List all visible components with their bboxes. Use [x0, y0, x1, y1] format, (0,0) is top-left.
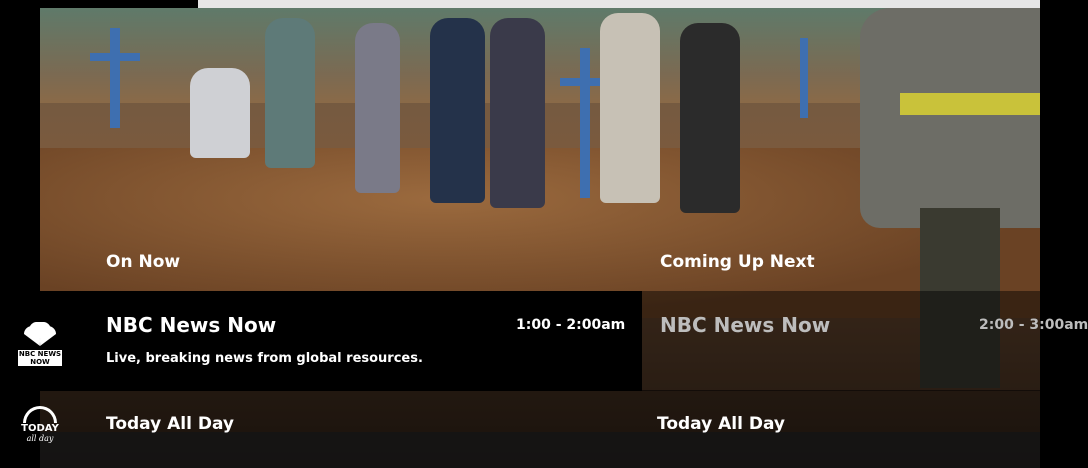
hero-person	[600, 13, 660, 203]
hero-cross	[90, 53, 140, 61]
program-time: 1:00 - 2:00am	[516, 317, 626, 333]
hero-worker	[860, 8, 1040, 388]
program-card-current-selected[interactable]: NBC News Now 1:00 - 2:00am Live, breakin…	[40, 291, 642, 391]
program-card-next[interactable]: NBC News Now 2:00 - 3:00am	[642, 291, 1088, 391]
program-title: NBC News Now	[660, 313, 831, 337]
hero-worker-stripe	[900, 93, 1040, 115]
nbc-news-now-logo[interactable]: NBC NEWS NOW	[18, 322, 62, 366]
program-title-current[interactable]: Today All Day	[106, 414, 234, 434]
hero-person	[265, 18, 315, 168]
hero-cross	[110, 28, 120, 128]
peacock-icon	[20, 322, 60, 348]
logo-subtext: all day	[26, 434, 54, 443]
hero-person	[430, 18, 485, 203]
hero-cross	[800, 38, 808, 118]
hero-person	[190, 68, 250, 158]
today-sun-icon	[23, 406, 57, 423]
hero-person	[355, 23, 400, 193]
program-title-next[interactable]: Today All Day	[657, 414, 785, 434]
hero-cross	[580, 48, 590, 198]
top-progress-bar	[198, 0, 1040, 8]
program-title: NBC News Now	[106, 313, 277, 337]
hero-person	[680, 23, 740, 213]
on-now-label: On Now	[106, 252, 181, 272]
row-shade	[40, 432, 1040, 468]
logo-text: NBC NEWS NOW	[18, 350, 62, 366]
logo-text: TODAY	[21, 423, 59, 434]
coming-up-next-label: Coming Up Next	[660, 252, 815, 272]
today-all-day-logo[interactable]: TODAY all day	[18, 406, 62, 443]
hero-person	[490, 18, 545, 208]
program-description: Live, breaking news from global resource…	[106, 351, 423, 366]
program-time: 2:00 - 3:00am	[979, 317, 1088, 333]
